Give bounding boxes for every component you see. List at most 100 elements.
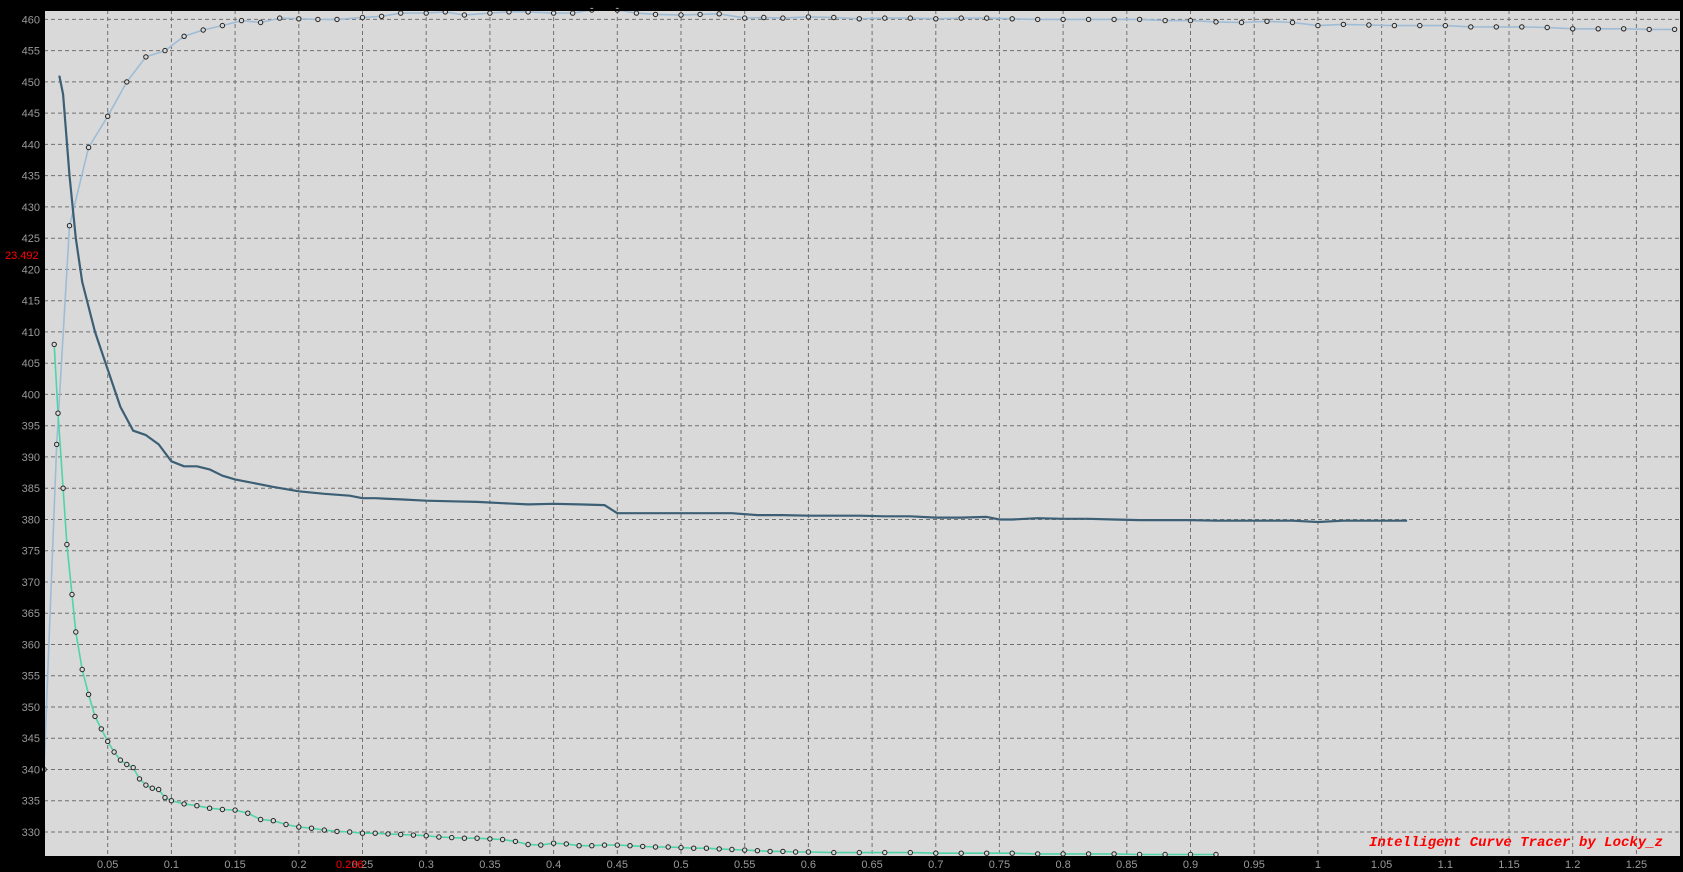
series-1-point[interactable] — [958, 15, 964, 21]
series-1-point[interactable] — [334, 16, 340, 23]
series-3-point[interactable] — [372, 830, 378, 836]
series-1-point[interactable] — [257, 19, 264, 26]
series-3-point[interactable] — [640, 843, 646, 850]
series-1-point[interactable] — [181, 33, 187, 39]
series-3-point[interactable] — [206, 805, 213, 811]
series-3-point[interactable] — [156, 786, 162, 793]
series-3-point[interactable] — [143, 782, 149, 788]
series-3-point[interactable] — [1085, 851, 1092, 857]
series-3-point[interactable] — [168, 798, 175, 804]
series-1-point[interactable] — [633, 10, 640, 16]
series-3-point[interactable] — [614, 842, 620, 848]
series-3-point[interactable] — [831, 849, 837, 856]
series-3-point[interactable] — [124, 761, 130, 768]
series-1-point[interactable] — [1391, 22, 1398, 29]
series-3-point[interactable] — [181, 801, 187, 807]
series-1-point[interactable] — [933, 16, 939, 22]
series-3-point[interactable] — [69, 591, 75, 598]
series-3-point[interactable] — [257, 816, 264, 823]
series-3-point[interactable] — [219, 806, 226, 813]
series-3-point[interactable] — [576, 843, 582, 849]
series-3-point[interactable] — [111, 749, 117, 755]
series-3-point[interactable] — [958, 850, 964, 856]
series-3-point[interactable] — [60, 485, 66, 491]
series-3-point[interactable] — [589, 843, 595, 849]
series-3-point[interactable] — [245, 810, 251, 816]
series-3-point[interactable] — [105, 738, 111, 745]
plot-area[interactable] — [44, 10, 1681, 857]
series-3-point[interactable] — [296, 824, 302, 830]
series-1-point[interactable] — [105, 113, 111, 120]
series-1-point[interactable] — [143, 54, 149, 60]
series-1-point[interactable] — [1136, 16, 1143, 23]
series-3-point[interactable] — [525, 841, 531, 848]
series-3-point[interactable] — [347, 829, 353, 835]
series-3-point[interactable] — [232, 807, 238, 813]
series-3-point[interactable] — [792, 849, 799, 855]
series-3-point[interactable] — [512, 838, 519, 845]
series-3-point[interactable] — [563, 841, 569, 847]
series-1-point[interactable] — [1595, 26, 1601, 32]
series-3-point[interactable] — [398, 831, 404, 838]
series-3-point[interactable] — [1035, 851, 1041, 857]
series-1-point[interactable] — [882, 15, 888, 21]
series-3-point[interactable] — [933, 850, 939, 856]
series-1-point[interactable] — [378, 13, 385, 19]
series-1-point[interactable] — [1009, 16, 1015, 22]
series-3-point[interactable] — [754, 848, 761, 854]
series-1-point[interactable] — [1085, 16, 1092, 23]
series-1-point[interactable] — [780, 15, 786, 21]
series-1-point[interactable] — [423, 10, 429, 16]
series-3-point[interactable] — [410, 832, 417, 838]
series-1-point[interactable] — [219, 22, 226, 29]
series-1-point[interactable] — [1468, 24, 1474, 30]
series-1-point[interactable] — [697, 11, 703, 18]
series-1-point[interactable] — [200, 27, 206, 33]
series-3-point[interactable] — [334, 828, 340, 835]
series-3-point[interactable] — [385, 831, 391, 837]
series-1-point[interactable] — [1238, 19, 1245, 26]
series-3-point[interactable] — [270, 818, 276, 824]
series-3-point[interactable] — [678, 844, 684, 851]
series-1-point[interactable] — [1162, 17, 1168, 24]
series-3-point[interactable] — [550, 840, 557, 846]
series-1-point[interactable] — [716, 11, 722, 17]
series-3-point[interactable] — [691, 845, 697, 851]
series-1-point[interactable] — [1646, 26, 1652, 33]
series-3-point[interactable] — [856, 849, 862, 856]
series-1-point[interactable] — [1417, 22, 1423, 29]
series-1-point[interactable] — [907, 15, 913, 21]
series-3-point[interactable] — [907, 849, 913, 856]
series-1-point[interactable] — [678, 12, 684, 18]
series-3-point[interactable] — [729, 846, 735, 853]
series-1-point[interactable] — [652, 11, 659, 18]
series-3-point[interactable] — [652, 844, 659, 850]
series-1-point[interactable] — [487, 10, 493, 16]
series-1-point[interactable] — [761, 14, 767, 21]
series-1-point[interactable] — [398, 10, 404, 16]
series-1-point[interactable] — [1264, 18, 1270, 24]
series-3-point[interactable] — [474, 835, 480, 841]
series-3-point[interactable] — [130, 764, 136, 771]
series-3-point[interactable] — [487, 836, 493, 842]
series-1-point[interactable] — [238, 17, 245, 24]
series-3-point[interactable] — [117, 757, 124, 763]
series-1-point[interactable] — [742, 15, 748, 21]
series-3-point[interactable] — [703, 845, 710, 851]
series-3-point[interactable] — [461, 835, 468, 841]
series-3-point[interactable] — [805, 849, 812, 855]
series-3-point[interactable] — [85, 691, 92, 698]
series-3-point[interactable] — [1009, 850, 1015, 856]
series-1-point[interactable] — [315, 16, 321, 23]
series-3-point[interactable] — [499, 836, 506, 843]
series-3-point[interactable] — [79, 666, 85, 673]
series-1-point[interactable] — [1570, 26, 1576, 32]
series-3-point[interactable] — [1111, 851, 1117, 857]
series-1-point[interactable] — [1111, 16, 1117, 23]
series-1-point[interactable] — [66, 223, 73, 229]
series-1-point[interactable] — [461, 12, 468, 18]
series-1-point[interactable] — [85, 144, 92, 151]
series-3-point[interactable] — [321, 827, 327, 833]
series-1-point[interactable] — [1035, 16, 1041, 23]
series-1-point[interactable] — [124, 79, 130, 85]
